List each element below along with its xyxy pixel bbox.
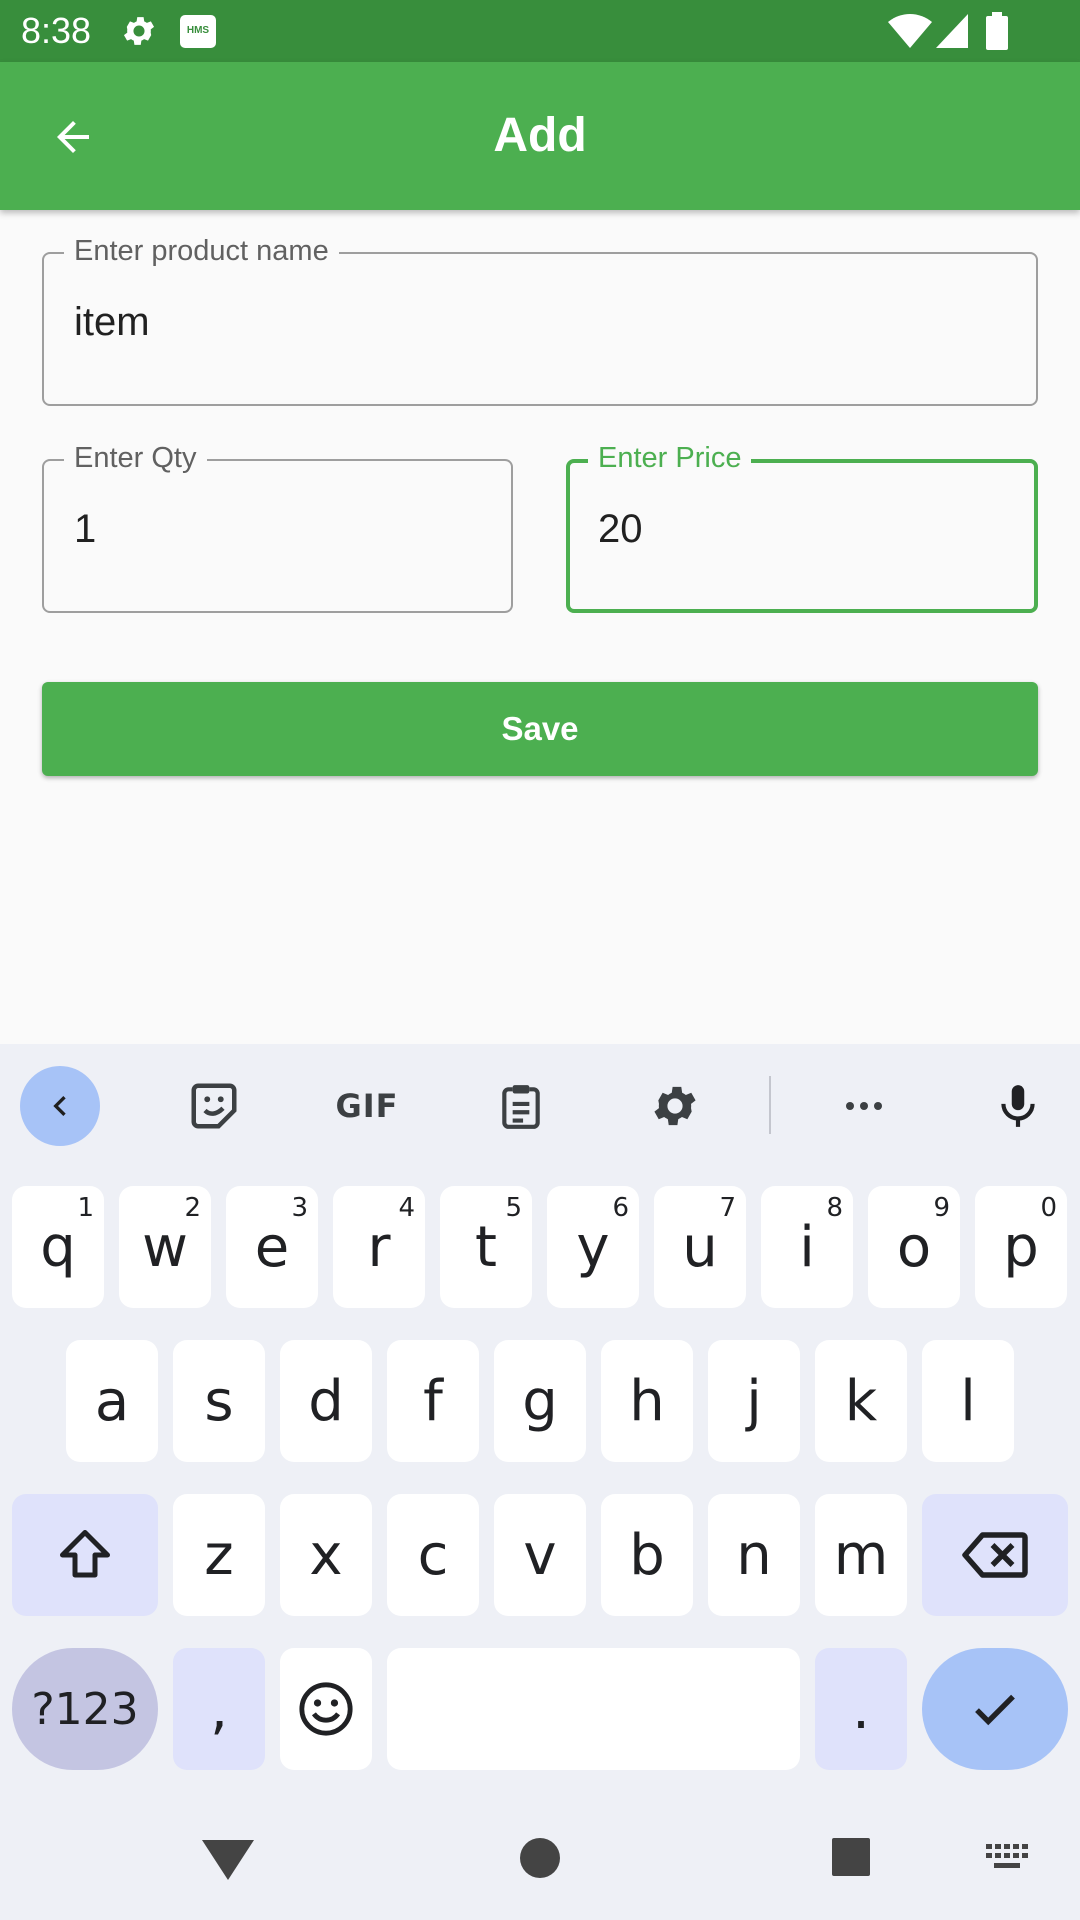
keyboard-settings-button[interactable] [643,1074,707,1138]
price-label: Enter Price [588,441,752,475]
key-h[interactable]: h [601,1340,693,1462]
period-key[interactable]: . [815,1648,907,1770]
key-o[interactable]: o9 [868,1186,960,1308]
keyboard-icon [986,1844,1028,1868]
backspace-key[interactable] [922,1494,1068,1616]
voice-input-button[interactable] [986,1074,1050,1138]
key-c[interactable]: c [387,1494,479,1616]
keyboard-switch-button[interactable] [986,1844,1030,1872]
key-v[interactable]: v [494,1494,586,1616]
product-name-input[interactable]: item [74,298,150,346]
navigation-bar [0,1800,1080,1920]
gif-button[interactable]: GIF [334,1074,400,1138]
key-b[interactable]: b [601,1494,693,1616]
sticker-button[interactable] [182,1074,246,1138]
key-u[interactable]: u7 [654,1186,746,1308]
price-input[interactable]: 20 [598,505,643,553]
qty-field[interactable]: Enter Qty 1 [42,441,513,613]
shift-key[interactable] [12,1494,158,1616]
key-a[interactable]: a [66,1340,158,1462]
key-j[interactable]: j [708,1340,800,1462]
chevron-left-icon [53,1096,66,1116]
save-button[interactable]: Save [42,682,1038,776]
key-f[interactable]: f [387,1340,479,1462]
enter-key[interactable] [922,1648,1068,1770]
gear-icon [654,1086,696,1126]
symbols-key[interactable]: ?123 [12,1648,158,1770]
keyboard-toolbar: GIF [0,1044,1080,1168]
more-horizontal-icon [846,1102,882,1110]
key-d[interactable]: d [280,1340,372,1462]
qty-label: Enter Qty [64,441,207,475]
key-q[interactable]: q1 [12,1186,104,1308]
battery-icon [986,12,1008,50]
key-n[interactable]: n [708,1494,800,1616]
key-i[interactable]: i8 [761,1186,853,1308]
nav-recents-button[interactable] [830,1836,872,1878]
shift-icon [60,1530,110,1578]
key-w[interactable]: w2 [119,1186,211,1308]
gif-label: GIF [335,1087,399,1125]
status-time: 8:38 [21,10,92,51]
app-bar: Add [0,62,1080,210]
wifi-icon [888,14,932,48]
status-bar: 8:38 HMS [0,0,1080,62]
triangle-back-icon [202,1840,254,1880]
checkmark-icon [975,1694,1015,1726]
product-name-label: Enter product name [64,234,339,268]
circle-home-icon [520,1838,560,1878]
nav-home-button[interactable] [518,1836,562,1880]
nav-back-button[interactable] [200,1832,256,1882]
sticker-icon [191,1083,237,1129]
keyboard-collapse-button[interactable] [20,1066,100,1146]
key-e[interactable]: e3 [226,1186,318,1308]
toolbar-divider [769,1076,771,1134]
hms-icon: HMS [180,15,216,48]
key-r[interactable]: r4 [333,1186,425,1308]
square-recents-icon [832,1838,870,1876]
key-g[interactable]: g [494,1340,586,1462]
backspace-icon [962,1532,1028,1578]
page-title: Add [493,109,587,162]
key-l[interactable]: l [922,1340,1014,1462]
key-s[interactable]: s [173,1340,265,1462]
key-x[interactable]: x [280,1494,372,1616]
key-k[interactable]: k [815,1340,907,1462]
emoji-icon [299,1682,353,1736]
space-key[interactable] [387,1648,800,1770]
key-t[interactable]: t5 [440,1186,532,1308]
key-y[interactable]: y6 [547,1186,639,1308]
clipboard-icon [502,1085,540,1129]
comma-key[interactable]: , [173,1648,265,1770]
microphone-icon [1001,1085,1035,1127]
settings-icon [123,17,155,45]
more-button[interactable] [832,1074,896,1138]
qty-input[interactable]: 1 [74,505,96,553]
product-name-field[interactable]: Enter product name item [42,234,1038,406]
key-z[interactable]: z [173,1494,265,1616]
price-field[interactable]: Enter Price 20 [566,441,1038,613]
clipboard-button[interactable] [489,1074,553,1138]
key-p[interactable]: p0 [975,1186,1067,1308]
soft-keyboard: GIF q1 w2 e3 r4 t5 y6 u7 i8 o9 p0 a s d … [0,1044,1080,1920]
key-m[interactable]: m [815,1494,907,1616]
emoji-key[interactable] [280,1648,372,1770]
signal-icon [936,14,968,48]
